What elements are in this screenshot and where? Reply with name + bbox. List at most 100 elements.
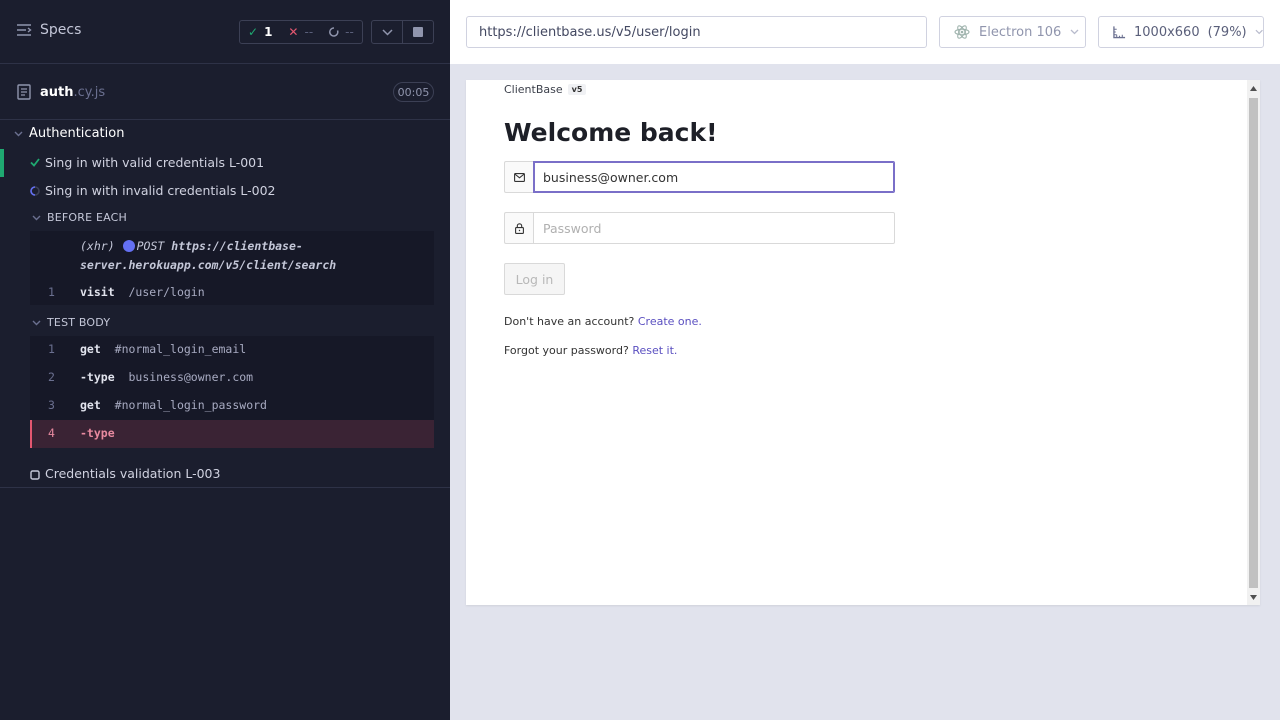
spec-header: auth.cy.js 00:05	[0, 64, 450, 120]
pending-square-icon	[30, 470, 40, 480]
expand-collapse-button[interactable]	[372, 21, 402, 43]
test-item-pending[interactable]: Credentials validation L-003	[0, 460, 450, 488]
create-account-link[interactable]: Create one.	[638, 315, 702, 328]
viewport-size: 1000x660	[1134, 24, 1200, 40]
command-name-text: -type	[80, 370, 115, 384]
mail-icon	[513, 172, 525, 182]
forgot-line: Forgot your password? Reset it.	[504, 344, 677, 357]
scroll-thumb[interactable]	[1249, 98, 1258, 588]
run-controls	[371, 20, 434, 44]
browser-label: Electron 106	[979, 24, 1062, 40]
test-body-commands: 1 get #normal_login_email 2 -type busine…	[30, 336, 434, 448]
login-button[interactable]: Log in	[504, 263, 565, 295]
command-row[interactable]: 2 -type business@owner.com	[30, 364, 434, 392]
test-body-hook[interactable]: TEST BODY	[32, 316, 110, 329]
email-field[interactable]	[533, 161, 895, 193]
command-name: get #normal_login_email	[80, 342, 246, 356]
xhr-text: (xhr) POST https://clientbase- server.her…	[80, 237, 336, 275]
command-name-text: visit	[80, 285, 115, 299]
spinner-icon	[30, 186, 40, 196]
command-number: 1	[48, 342, 55, 356]
chevron-down-icon	[14, 131, 23, 136]
spec-duration: 00:05	[393, 82, 434, 102]
xhr-url-line2: server.herokuapp.com/v5/client/search	[80, 258, 337, 272]
check-icon: ✓	[248, 25, 259, 39]
signup-text: Don't have an account?	[504, 315, 638, 328]
chevron-down-icon	[382, 28, 393, 36]
email-input-group	[504, 161, 895, 193]
spec-file[interactable]: auth.cy.js	[17, 84, 105, 100]
xhr-method: POST	[136, 239, 165, 253]
command-row[interactable]: 3 get #normal_login_password	[30, 392, 434, 420]
test-label: Sing in with valid credentials L-001	[45, 155, 265, 170]
reporter-panel: Specs ✓ 1 ✕ -- -- auth.cy.js 00:05 Authe…	[0, 0, 450, 720]
test-item-passed[interactable]: Sing in with valid credentials L-001	[0, 149, 450, 177]
password-field[interactable]	[533, 212, 895, 244]
command-row-failed[interactable]: 4 -type	[30, 420, 434, 448]
command-name: -type business@owner.com	[80, 370, 253, 384]
brand-name: ClientBase	[504, 83, 563, 96]
command-number: 2	[48, 370, 55, 384]
command-row[interactable]: 1 visit /user/login	[30, 281, 434, 305]
command-arg: #normal_login_email	[114, 342, 247, 356]
specs-menu-icon	[17, 24, 32, 36]
before-each-hook[interactable]: BEFORE EACH	[32, 211, 127, 224]
specs-label: Specs	[40, 22, 82, 38]
hook-label: TEST BODY	[47, 316, 111, 329]
signup-line: Don't have an account? Create one.	[504, 315, 702, 328]
electron-icon	[954, 25, 970, 39]
check-icon	[30, 158, 40, 167]
passed-count: 1	[264, 25, 273, 39]
browser-selector[interactable]: Electron 106	[939, 16, 1086, 48]
reset-password-link[interactable]: Reset it.	[632, 344, 677, 357]
scroll-up-icon[interactable]	[1249, 83, 1258, 93]
reporter-topbar: Specs ✓ 1 ✕ -- --	[0, 0, 450, 64]
chevron-down-icon	[1070, 29, 1079, 35]
url-bar[interactable]: https://clientbase.us/v5/user/login	[466, 16, 927, 48]
password-addon	[504, 212, 533, 244]
command-number: 4	[48, 426, 55, 440]
spec-extension: .cy.js	[73, 84, 106, 100]
test-stats: ✓ 1 ✕ -- --	[239, 20, 363, 44]
command-number: 1	[48, 285, 55, 299]
version-badge: v5	[567, 84, 587, 95]
command-arg: business@owner.com	[128, 370, 254, 384]
command-arg: /user/login	[128, 285, 205, 299]
password-input-group	[504, 212, 895, 244]
specs-toggle-button[interactable]: Specs	[16, 22, 81, 38]
stop-icon	[413, 27, 424, 37]
command-name: get #normal_login_password	[80, 398, 267, 412]
viewport-info[interactable]: 1000x660 (79%)	[1098, 16, 1264, 48]
forgot-text: Forgot your password?	[504, 344, 633, 357]
chevron-down-icon	[32, 320, 41, 325]
failed-count: --	[304, 25, 314, 39]
lock-icon	[514, 222, 524, 234]
command-row[interactable]: 1 get #normal_login_email	[30, 336, 434, 364]
suite-title[interactable]: Authentication	[14, 126, 124, 141]
cross-icon: ✕	[288, 25, 299, 39]
suite-label: Authentication	[29, 126, 125, 141]
scrollbar[interactable]	[1247, 80, 1260, 605]
email-addon	[504, 161, 533, 193]
hook-label: BEFORE EACH	[47, 211, 128, 224]
test-item-running[interactable]: Sing in with invalid credentials L-002	[0, 177, 450, 205]
test-label: Sing in with invalid credentials L-002	[45, 183, 276, 198]
xhr-url-line1: https://clientbase-	[171, 239, 303, 253]
app-brand: ClientBase v5	[504, 83, 587, 96]
scroll-down-icon[interactable]	[1249, 592, 1258, 602]
failed-stat: ✕ --	[280, 25, 321, 39]
spec-name: auth.cy.js	[40, 85, 105, 100]
command-xhr[interactable]: (xhr) POST https://clientbase- server.her…	[30, 231, 434, 279]
chevron-down-icon	[1255, 29, 1263, 35]
command-arg: #normal_login_password	[114, 398, 267, 412]
passed-stat: ✓ 1	[240, 25, 280, 39]
command-name: visit /user/login	[80, 285, 205, 299]
test-label: Credentials validation L-003	[45, 466, 221, 481]
before-each-commands: (xhr) POST https://clientbase- server.her…	[30, 231, 434, 305]
file-icon	[17, 84, 31, 100]
stop-button[interactable]	[402, 21, 433, 43]
command-name-text: get	[80, 398, 101, 412]
ruler-icon	[1113, 26, 1126, 39]
viewport-scale: (79%)	[1207, 24, 1247, 40]
chevron-down-icon	[32, 215, 41, 220]
